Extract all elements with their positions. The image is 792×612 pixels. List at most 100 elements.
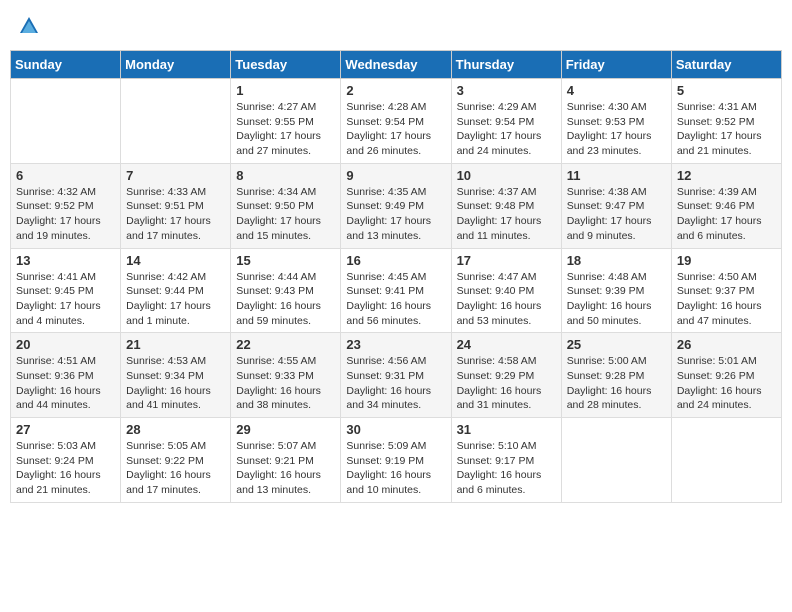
calendar-cell — [121, 79, 231, 164]
calendar-cell: 20Sunrise: 4:51 AM Sunset: 9:36 PM Dayli… — [11, 333, 121, 418]
calendar-cell: 30 Sunrise: 5:09 AM Sunset: 9:19 PM Dayli… — [341, 418, 451, 503]
day-info: Sunrise: 4:33 AM Sunset: 9:51 PM Dayligh… — [126, 185, 225, 244]
day-number: 5 — [677, 83, 776, 98]
day-number: 16 — [346, 253, 445, 268]
day-header-tuesday: Tuesday — [231, 51, 341, 79]
week-row-4: 20Sunrise: 4:51 AM Sunset: 9:36 PM Dayli… — [11, 333, 782, 418]
calendar-cell: 14 Sunrise: 4:42 AM Sunset: 9:44 PM Dayli… — [121, 248, 231, 333]
day-number: 4 — [567, 83, 666, 98]
day-info: Sunrise: 4:55 AM Sunset: 9:33 PM Dayligh… — [236, 354, 335, 413]
day-info: Sunrise: 5:00 AM Sunset: 9:28 PM Dayligh… — [567, 354, 666, 413]
day-number: 13 — [16, 253, 115, 268]
day-info: Sunrise: 4:42 AM Sunset: 9:44 PM Dayligh… — [126, 270, 225, 329]
day-number: 3 — [457, 83, 556, 98]
calendar-cell: 1Sunrise: 4:27 AM Sunset: 9:55 PM Daylig… — [231, 79, 341, 164]
day-info: Sunrise: 4:28 AM Sunset: 9:54 PM Dayligh… — [346, 100, 445, 159]
day-number: 21 — [126, 337, 225, 352]
day-info: Sunrise: 5:10 AM Sunset: 9:17 PM Dayligh… — [457, 439, 556, 498]
day-info: Sunrise: 4:32 AM Sunset: 9:52 PM Dayligh… — [16, 185, 115, 244]
day-header-saturday: Saturday — [671, 51, 781, 79]
day-info: Sunrise: 4:44 AM Sunset: 9:43 PM Dayligh… — [236, 270, 335, 329]
day-info: Sunrise: 4:58 AM Sunset: 9:29 PM Dayligh… — [457, 354, 556, 413]
day-number: 29 — [236, 422, 335, 437]
day-number: 1 — [236, 83, 335, 98]
calendar-cell: 19 Sunrise: 4:50 AM Sunset: 9:37 PM Dayli… — [671, 248, 781, 333]
day-info: Sunrise: 4:45 AM Sunset: 9:41 PM Dayligh… — [346, 270, 445, 329]
day-number: 2 — [346, 83, 445, 98]
calendar-cell — [561, 418, 671, 503]
calendar-cell — [671, 418, 781, 503]
day-info: Sunrise: 4:34 AM Sunset: 9:50 PM Dayligh… — [236, 185, 335, 244]
calendar-cell: 23 Sunrise: 4:56 AM Sunset: 9:31 PM Dayli… — [341, 333, 451, 418]
calendar-cell: 3 Sunrise: 4:29 AM Sunset: 9:54 PM Daylig… — [451, 79, 561, 164]
day-info: Sunrise: 4:35 AM Sunset: 9:49 PM Dayligh… — [346, 185, 445, 244]
page-header — [10, 10, 782, 42]
calendar-cell: 27Sunrise: 5:03 AM Sunset: 9:24 PM Dayli… — [11, 418, 121, 503]
day-info: Sunrise: 5:09 AM Sunset: 9:19 PM Dayligh… — [346, 439, 445, 498]
day-header-thursday: Thursday — [451, 51, 561, 79]
calendar-table: SundayMondayTuesdayWednesdayThursdayFrid… — [10, 50, 782, 503]
calendar-cell: 2 Sunrise: 4:28 AM Sunset: 9:54 PM Daylig… — [341, 79, 451, 164]
calendar-cell: 8 Sunrise: 4:34 AM Sunset: 9:50 PM Daylig… — [231, 163, 341, 248]
day-number: 9 — [346, 168, 445, 183]
calendar-cell: 10Sunrise: 4:37 AM Sunset: 9:48 PM Dayli… — [451, 163, 561, 248]
day-number: 24 — [457, 337, 556, 352]
calendar-cell: 29 Sunrise: 5:07 AM Sunset: 9:21 PM Dayli… — [231, 418, 341, 503]
day-info: Sunrise: 4:56 AM Sunset: 9:31 PM Dayligh… — [346, 354, 445, 413]
day-number: 18 — [567, 253, 666, 268]
calendar-cell: 22 Sunrise: 4:55 AM Sunset: 9:33 PM Dayli… — [231, 333, 341, 418]
day-info: Sunrise: 4:48 AM Sunset: 9:39 PM Dayligh… — [567, 270, 666, 329]
day-info: Sunrise: 4:37 AM Sunset: 9:48 PM Dayligh… — [457, 185, 556, 244]
day-number: 30 — [346, 422, 445, 437]
day-number: 12 — [677, 168, 776, 183]
day-info: Sunrise: 4:53 AM Sunset: 9:34 PM Dayligh… — [126, 354, 225, 413]
week-row-5: 27Sunrise: 5:03 AM Sunset: 9:24 PM Dayli… — [11, 418, 782, 503]
day-info: Sunrise: 5:05 AM Sunset: 9:22 PM Dayligh… — [126, 439, 225, 498]
day-number: 7 — [126, 168, 225, 183]
calendar-cell: 28 Sunrise: 5:05 AM Sunset: 9:22 PM Dayli… — [121, 418, 231, 503]
calendar-cell: 9 Sunrise: 4:35 AM Sunset: 9:49 PM Daylig… — [341, 163, 451, 248]
day-number: 8 — [236, 168, 335, 183]
day-number: 23 — [346, 337, 445, 352]
day-info: Sunrise: 5:01 AM Sunset: 9:26 PM Dayligh… — [677, 354, 776, 413]
day-number: 6 — [16, 168, 115, 183]
calendar-cell: 26 Sunrise: 5:01 AM Sunset: 9:26 PM Dayli… — [671, 333, 781, 418]
calendar-cell: 4 Sunrise: 4:30 AM Sunset: 9:53 PM Daylig… — [561, 79, 671, 164]
day-header-sunday: Sunday — [11, 51, 121, 79]
day-info: Sunrise: 4:51 AM Sunset: 9:36 PM Dayligh… — [16, 354, 115, 413]
day-number: 17 — [457, 253, 556, 268]
calendar-cell: 24 Sunrise: 4:58 AM Sunset: 9:29 PM Dayli… — [451, 333, 561, 418]
day-number: 31 — [457, 422, 556, 437]
day-number: 28 — [126, 422, 225, 437]
day-info: Sunrise: 4:30 AM Sunset: 9:53 PM Dayligh… — [567, 100, 666, 159]
day-info: Sunrise: 4:39 AM Sunset: 9:46 PM Dayligh… — [677, 185, 776, 244]
calendar-cell: 7 Sunrise: 4:33 AM Sunset: 9:51 PM Daylig… — [121, 163, 231, 248]
days-header-row: SundayMondayTuesdayWednesdayThursdayFrid… — [11, 51, 782, 79]
calendar-cell: 21 Sunrise: 4:53 AM Sunset: 9:34 PM Dayli… — [121, 333, 231, 418]
day-number: 19 — [677, 253, 776, 268]
day-number: 11 — [567, 168, 666, 183]
day-number: 26 — [677, 337, 776, 352]
logo-icon — [18, 15, 40, 37]
calendar-cell: 31 Sunrise: 5:10 AM Sunset: 9:17 PM Dayli… — [451, 418, 561, 503]
day-header-wednesday: Wednesday — [341, 51, 451, 79]
calendar-cell: 15 Sunrise: 4:44 AM Sunset: 9:43 PM Dayli… — [231, 248, 341, 333]
day-number: 14 — [126, 253, 225, 268]
calendar-cell: 6 Sunrise: 4:32 AM Sunset: 9:52 PM Daylig… — [11, 163, 121, 248]
day-info: Sunrise: 4:29 AM Sunset: 9:54 PM Dayligh… — [457, 100, 556, 159]
calendar-cell: 5 Sunrise: 4:31 AM Sunset: 9:52 PM Daylig… — [671, 79, 781, 164]
week-row-3: 13 Sunrise: 4:41 AM Sunset: 9:45 PM Dayli… — [11, 248, 782, 333]
day-info: Sunrise: 4:50 AM Sunset: 9:37 PM Dayligh… — [677, 270, 776, 329]
day-info: Sunrise: 4:38 AM Sunset: 9:47 PM Dayligh… — [567, 185, 666, 244]
day-info: Sunrise: 4:47 AM Sunset: 9:40 PM Dayligh… — [457, 270, 556, 329]
day-number: 27 — [16, 422, 115, 437]
day-number: 15 — [236, 253, 335, 268]
calendar-cell: 13 Sunrise: 4:41 AM Sunset: 9:45 PM Dayli… — [11, 248, 121, 333]
day-header-friday: Friday — [561, 51, 671, 79]
day-header-monday: Monday — [121, 51, 231, 79]
day-info: Sunrise: 4:41 AM Sunset: 9:45 PM Dayligh… — [16, 270, 115, 329]
day-info: Sunrise: 5:07 AM Sunset: 9:21 PM Dayligh… — [236, 439, 335, 498]
calendar-cell: 12 Sunrise: 4:39 AM Sunset: 9:46 PM Dayli… — [671, 163, 781, 248]
day-info: Sunrise: 4:31 AM Sunset: 9:52 PM Dayligh… — [677, 100, 776, 159]
day-number: 22 — [236, 337, 335, 352]
